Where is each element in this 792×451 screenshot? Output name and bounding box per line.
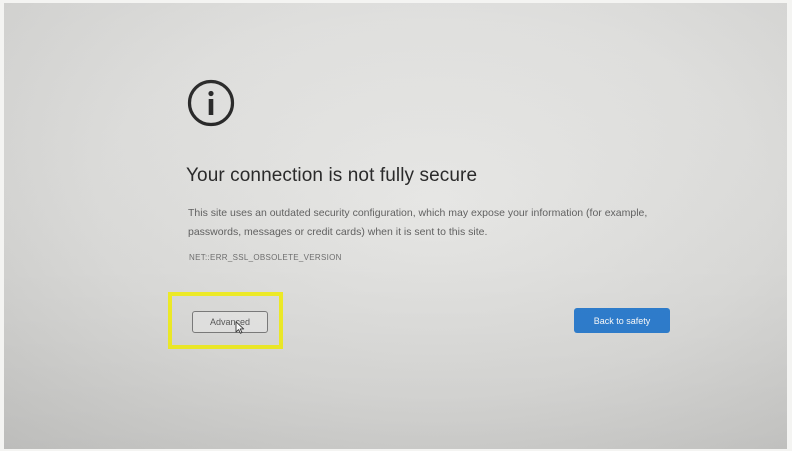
page-title: Your connection is not fully secure [186, 165, 478, 186]
back-to-safety-button[interactable]: Back to safety [574, 308, 670, 333]
mouse-pointer-icon [235, 321, 245, 334]
info-circle-icon [187, 79, 235, 127]
browser-screen-photo: Your connection is not fully secure This… [4, 3, 787, 449]
advanced-button[interactable]: Advanced [192, 311, 268, 333]
security-description: This site uses an outdated security conf… [188, 207, 648, 238]
error-code: NET::ERR_SSL_OBSOLETE_VERSION [189, 253, 342, 262]
